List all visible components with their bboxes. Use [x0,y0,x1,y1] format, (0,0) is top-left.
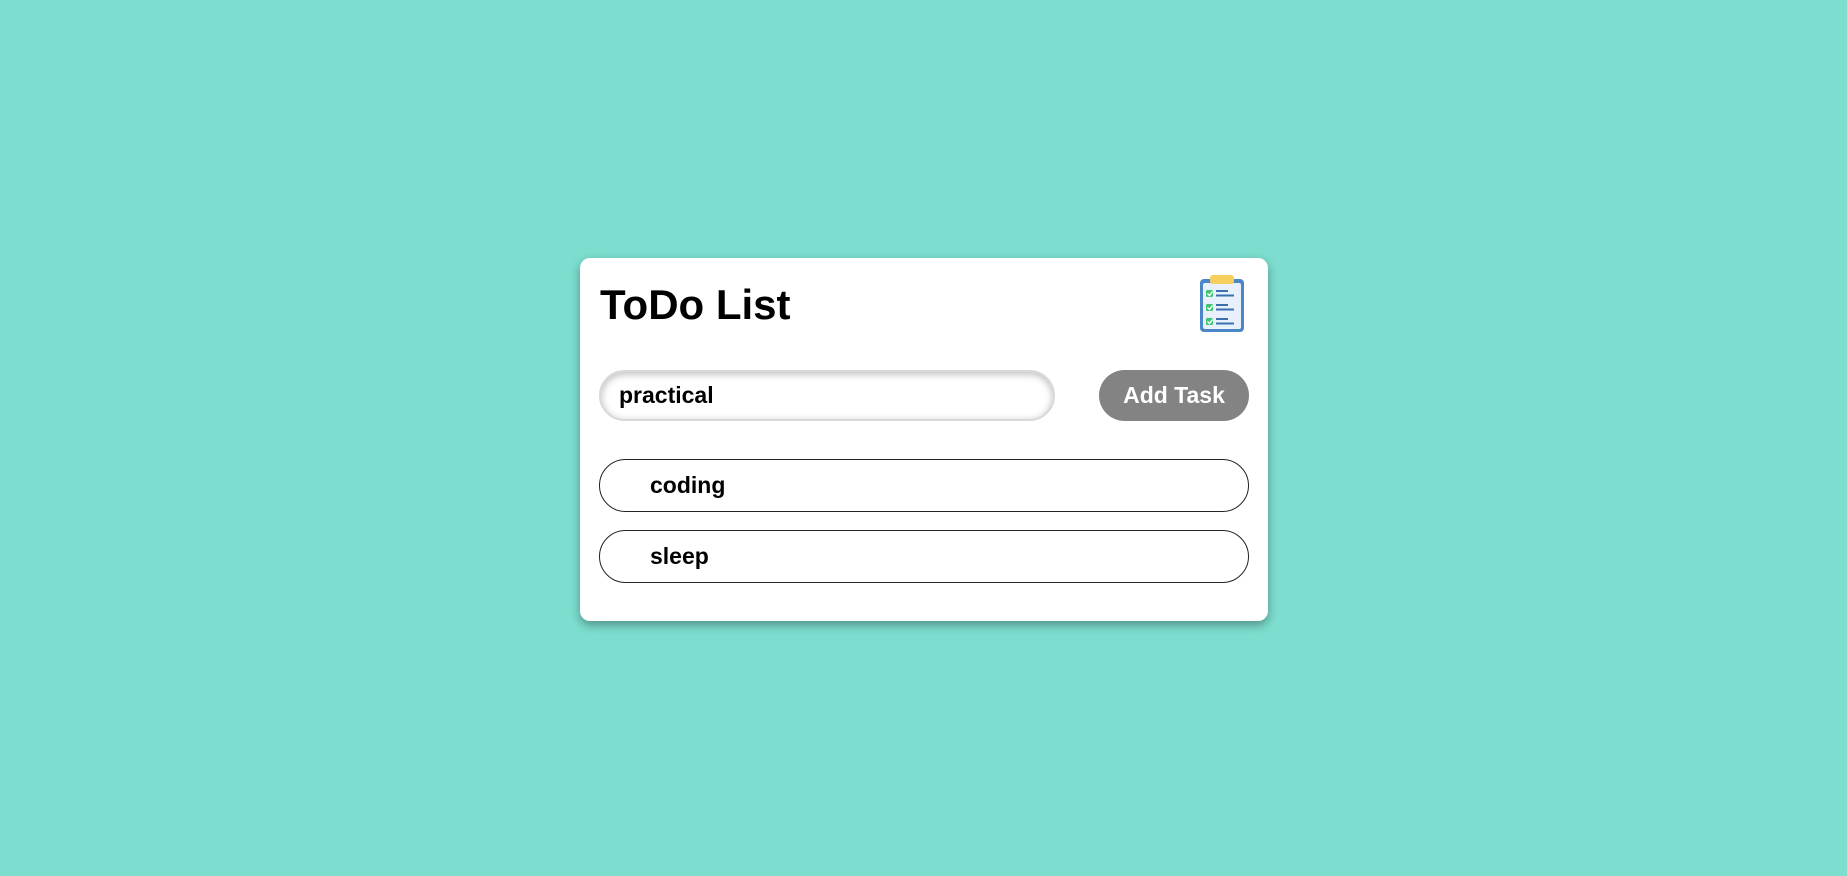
task-list: coding sleep [599,459,1249,601]
task-item-sleep[interactable]: sleep [599,530,1249,583]
add-task-button[interactable]: Add Task [1099,370,1249,421]
task-label: sleep [650,543,709,569]
clipboard-checklist-icon [1200,275,1244,332]
task-input[interactable] [599,370,1055,421]
page-title: ToDo List [600,281,791,328]
task-item-coding[interactable]: coding [599,459,1249,512]
todo-card: ToDo List Add Task coding sleep [580,258,1268,621]
task-label: coding [650,472,726,498]
